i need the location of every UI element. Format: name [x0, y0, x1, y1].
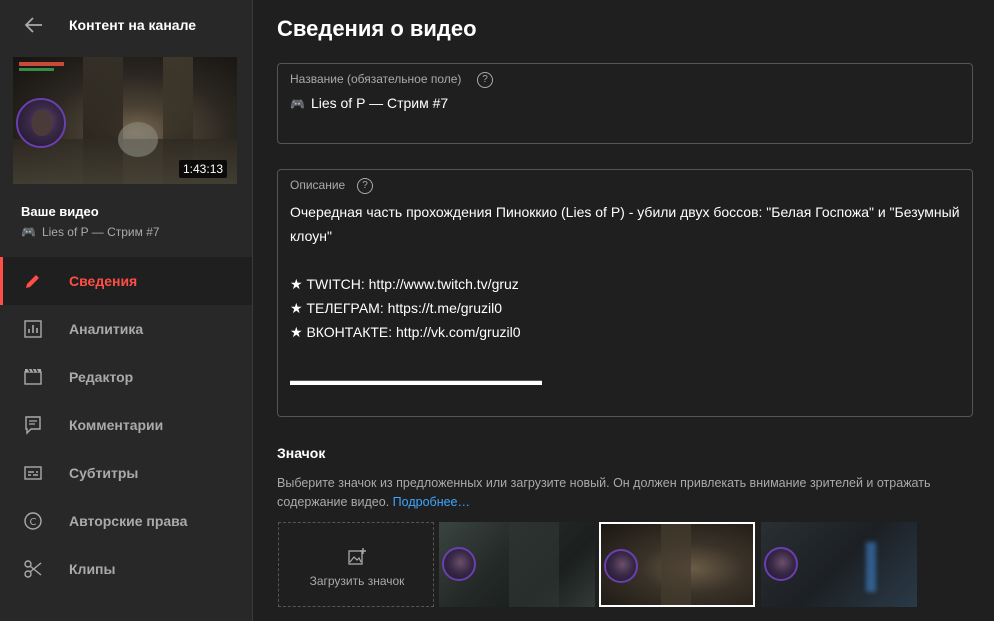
add-image-icon — [348, 548, 366, 565]
nav-label: Авторские права — [69, 513, 188, 529]
subtitles-icon — [24, 466, 42, 480]
copyright-icon: C — [24, 512, 42, 530]
help-icon[interactable]: ? — [477, 72, 493, 88]
svg-text:C: C — [30, 517, 37, 528]
streamer-avatar — [442, 547, 476, 581]
streamer-avatar — [604, 549, 638, 583]
thumbnail-option-3[interactable] — [761, 522, 917, 607]
comments-icon — [25, 416, 41, 435]
description-field-label: Описание — [290, 178, 346, 192]
streamer-avatar — [764, 547, 798, 581]
editor-icon — [24, 368, 42, 385]
learn-more-link[interactable]: Подробнее… — [393, 495, 470, 509]
nav-label: Сведения — [69, 273, 138, 289]
thumbnail-option-1[interactable] — [439, 522, 595, 607]
title-field-label: Название (обязательное поле) — [290, 72, 462, 86]
thumbnail-heading: Значок — [277, 445, 326, 461]
gamepad-icon: 🎮 — [290, 97, 305, 111]
analytics-icon — [24, 320, 42, 338]
help-icon[interactable]: ? — [357, 178, 373, 194]
your-video-label: Ваше видео — [21, 204, 99, 219]
gamepad-icon: 🎮 — [21, 225, 36, 239]
nav-item-comments[interactable]: Комментарии — [0, 401, 252, 449]
nav-item-details[interactable]: Сведения — [0, 257, 252, 305]
pencil-icon — [26, 275, 39, 288]
page-title: Сведения о видео — [277, 16, 477, 41]
scissors-icon — [24, 560, 42, 578]
description-input[interactable]: Очередная часть прохождения Пинoккио (Li… — [290, 200, 960, 392]
upload-thumbnail-label: Загрузить значок — [309, 574, 405, 588]
nav-label: Редактор — [69, 369, 134, 385]
nav-label: Комментарии — [69, 417, 164, 433]
channel-content-title: Контент на канале — [69, 17, 197, 33]
nav-item-subtitles[interactable]: Субтитры — [0, 449, 252, 497]
title-field[interactable]: Название (обязательное поле) ? 🎮 Lies of … — [277, 63, 973, 144]
title-input[interactable]: 🎮 Lies of P — Стрим #7 — [290, 95, 448, 111]
sidebar: Контент на канале 1:43:13 Ваше видео 🎮 Li… — [0, 0, 253, 621]
upload-thumbnail-button[interactable]: Загрузить значок — [278, 522, 434, 607]
thumbnail-description: Выберите значок из предложенных или загр… — [277, 476, 931, 509]
nav-item-clips[interactable]: Клипы — [0, 545, 252, 593]
nav-item-copyright[interactable]: C Авторские права — [0, 497, 252, 545]
sidebar-header: Контент на канале — [0, 0, 252, 50]
sidebar-nav: Сведения Аналитика Редактор Комментарии — [0, 257, 252, 593]
sidebar-video-title: 🎮 Lies of P — Стрим #7 — [21, 225, 160, 239]
main-content: Сведения о видео Название (обязательное … — [253, 0, 994, 621]
nav-item-editor[interactable]: Редактор — [0, 353, 252, 401]
back-arrow-icon[interactable] — [22, 13, 46, 37]
description-field[interactable]: Описание ? Очередная часть прохождения П… — [277, 169, 973, 417]
thumbnail-option-2[interactable] — [599, 522, 755, 607]
streamer-avatar — [16, 98, 66, 148]
nav-item-analytics[interactable]: Аналитика — [0, 305, 252, 353]
nav-label: Клипы — [69, 561, 116, 577]
nav-label: Субтитры — [69, 465, 139, 481]
video-duration: 1:43:13 — [179, 160, 228, 178]
nav-label: Аналитика — [69, 321, 144, 337]
